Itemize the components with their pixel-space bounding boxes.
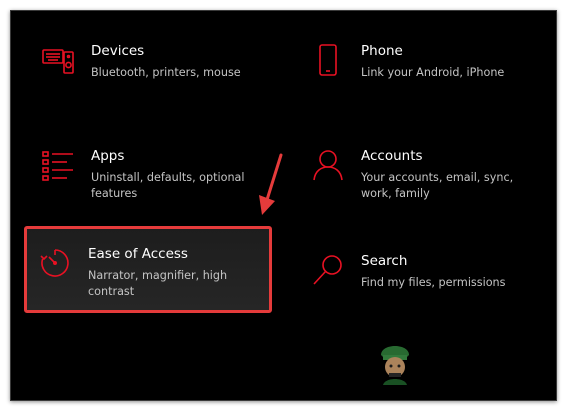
tile-description: Bluetooth, printers, mouse: [91, 66, 241, 79]
phone-icon: [311, 43, 345, 77]
tile-title: Phone: [361, 43, 403, 59]
person-icon: [311, 148, 345, 182]
apps-list-icon: [41, 148, 75, 182]
watermark-logo-icon: [381, 346, 409, 385]
tile-search[interactable]: Search Find my files, permissions: [297, 233, 547, 321]
tile-title: Ease of Access: [88, 246, 188, 262]
settings-window: Devices Bluetooth, printers, mouse Phone…: [10, 10, 557, 401]
keyboard-speaker-icon: [41, 43, 75, 77]
tile-title: Accounts: [361, 148, 423, 164]
tile-title: Devices: [91, 43, 145, 59]
tile-description: Find my files, permissions: [361, 276, 506, 289]
tile-title: Search: [361, 253, 408, 269]
tile-phone[interactable]: Phone Link your Android, iPhone: [297, 23, 547, 111]
tile-accounts[interactable]: Accounts Your accounts, email, sync, wor…: [297, 128, 547, 216]
tile-ease-of-access[interactable]: Ease of Access Narrator, magnifier, high…: [24, 226, 272, 313]
tile-description: Narrator, magnifier, high contrast: [88, 269, 228, 298]
tile-description: Uninstall, defaults, optional features: [91, 171, 245, 200]
tile-description: Your accounts, email, sync, work, family: [361, 171, 514, 200]
annotation-arrow-icon: [259, 153, 283, 215]
tile-apps[interactable]: Apps Uninstall, defaults, optional featu…: [27, 128, 277, 216]
magnifier-icon: [311, 253, 345, 287]
tile-description: Link your Android, iPhone: [361, 66, 505, 79]
timer-icon: [38, 246, 72, 280]
tile-devices[interactable]: Devices Bluetooth, printers, mouse: [27, 23, 277, 111]
tile-title: Apps: [91, 148, 125, 164]
